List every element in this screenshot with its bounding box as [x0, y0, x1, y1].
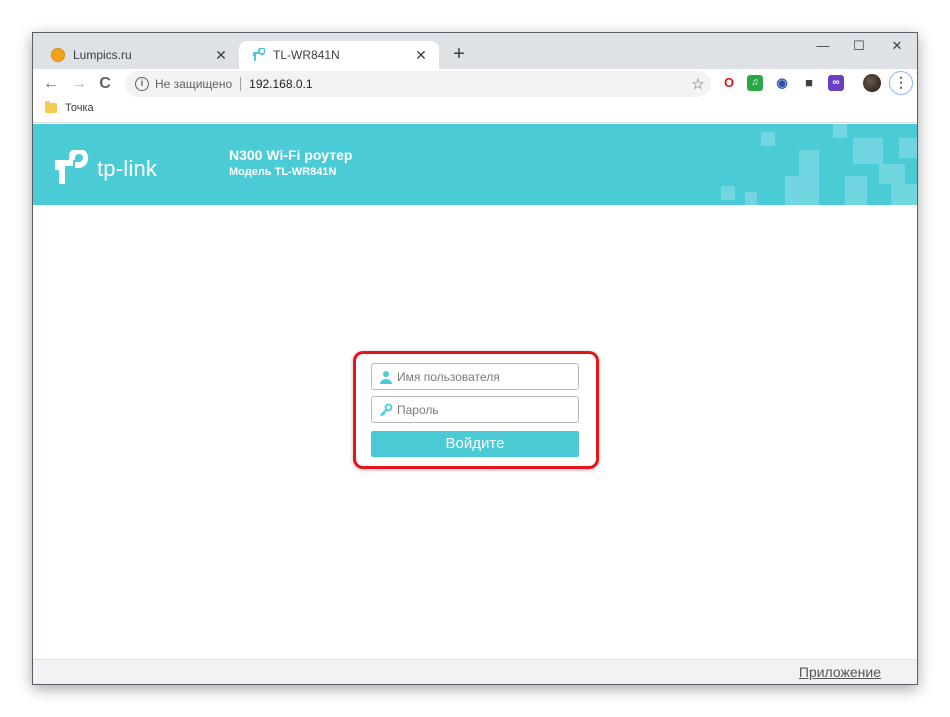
tp-link-logo: tp-link [53, 150, 157, 188]
bookmarks-bar: Точка [33, 99, 917, 123]
address-separator [240, 77, 242, 91]
router-footer: Приложение [33, 659, 917, 684]
router-model: Модель TL-WR841N [229, 166, 337, 178]
router-content: Войдите [33, 205, 917, 659]
opera-icon[interactable]: O [721, 75, 737, 91]
tp-link-icon [253, 48, 265, 61]
header-pattern [899, 138, 917, 158]
browser-window: Lumpics.ru ✕ TL-WR841N ✕ + — ☐ ✕ ← → C i… [32, 32, 918, 685]
address-bar[interactable]: i Не защищено 192.168.0.1 ☆ [125, 71, 711, 97]
bookmark-star-icon[interactable]: ☆ [685, 75, 711, 93]
password-input[interactable] [397, 402, 567, 417]
profile-avatar[interactable] [863, 74, 881, 92]
bookmark-label: Точка [65, 102, 94, 114]
username-input[interactable] [397, 369, 567, 384]
header-pattern [845, 176, 867, 205]
globe-icon[interactable]: ◉ [774, 75, 790, 91]
tab-lumpics[interactable]: Lumpics.ru ✕ [39, 41, 239, 69]
app-link[interactable]: Приложение [799, 664, 881, 680]
tab-tl-wr841n[interactable]: TL-WR841N ✕ [239, 41, 439, 69]
info-icon[interactable]: i [135, 77, 149, 91]
minimize-button[interactable]: — [805, 33, 841, 61]
header-pattern [853, 138, 883, 164]
tab-title: Lumpics.ru [73, 48, 132, 62]
security-status: Не защищено [155, 77, 233, 91]
browser-toolbar: ← → C i Не защищено 192.168.0.1 ☆ O ♫ ◉ … [33, 69, 917, 99]
maximize-button[interactable]: ☐ [841, 33, 877, 61]
music-icon[interactable]: ♫ [747, 75, 763, 91]
new-tab-button[interactable]: + [447, 43, 471, 67]
username-field[interactable] [371, 363, 579, 390]
header-pattern [833, 124, 847, 138]
reload-button[interactable]: C [93, 72, 117, 96]
password-field[interactable] [371, 396, 579, 423]
tab-strip: Lumpics.ru ✕ TL-WR841N ✕ + — ☐ ✕ [33, 33, 917, 69]
header-pattern [799, 150, 819, 176]
tab-title: TL-WR841N [273, 48, 340, 62]
folder-icon [45, 101, 57, 113]
close-tab-icon[interactable]: ✕ [209, 47, 233, 64]
header-pattern [745, 192, 757, 205]
router-title: N300 Wi-Fi роутер [229, 147, 353, 163]
url-text[interactable]: 192.168.0.1 [249, 77, 685, 91]
router-header: tp-link N300 Wi-Fi роутер Модель TL-WR84… [33, 124, 917, 205]
header-pattern [879, 164, 905, 184]
link-extension-icon[interactable]: ∞ [828, 75, 844, 91]
login-button[interactable]: Войдите [371, 431, 579, 457]
header-pattern [761, 132, 775, 146]
key-icon [379, 403, 393, 416]
forward-button[interactable]: → [67, 72, 91, 96]
header-pattern [785, 176, 819, 205]
box-extension-icon[interactable]: ■ [801, 75, 817, 91]
user-icon [380, 370, 392, 384]
header-pattern [721, 186, 735, 200]
close-window-button[interactable]: ✕ [879, 33, 915, 61]
back-button[interactable]: ← [39, 72, 63, 96]
bookmark-item[interactable]: Точка [45, 101, 94, 114]
close-tab-icon[interactable]: ✕ [409, 47, 433, 64]
tp-link-logo-icon [55, 150, 89, 184]
browser-menu-button[interactable]: ⋮ [889, 71, 913, 95]
lumpics-icon [51, 48, 65, 62]
header-pattern [891, 184, 917, 205]
logo-text: tp-link [97, 156, 158, 181]
